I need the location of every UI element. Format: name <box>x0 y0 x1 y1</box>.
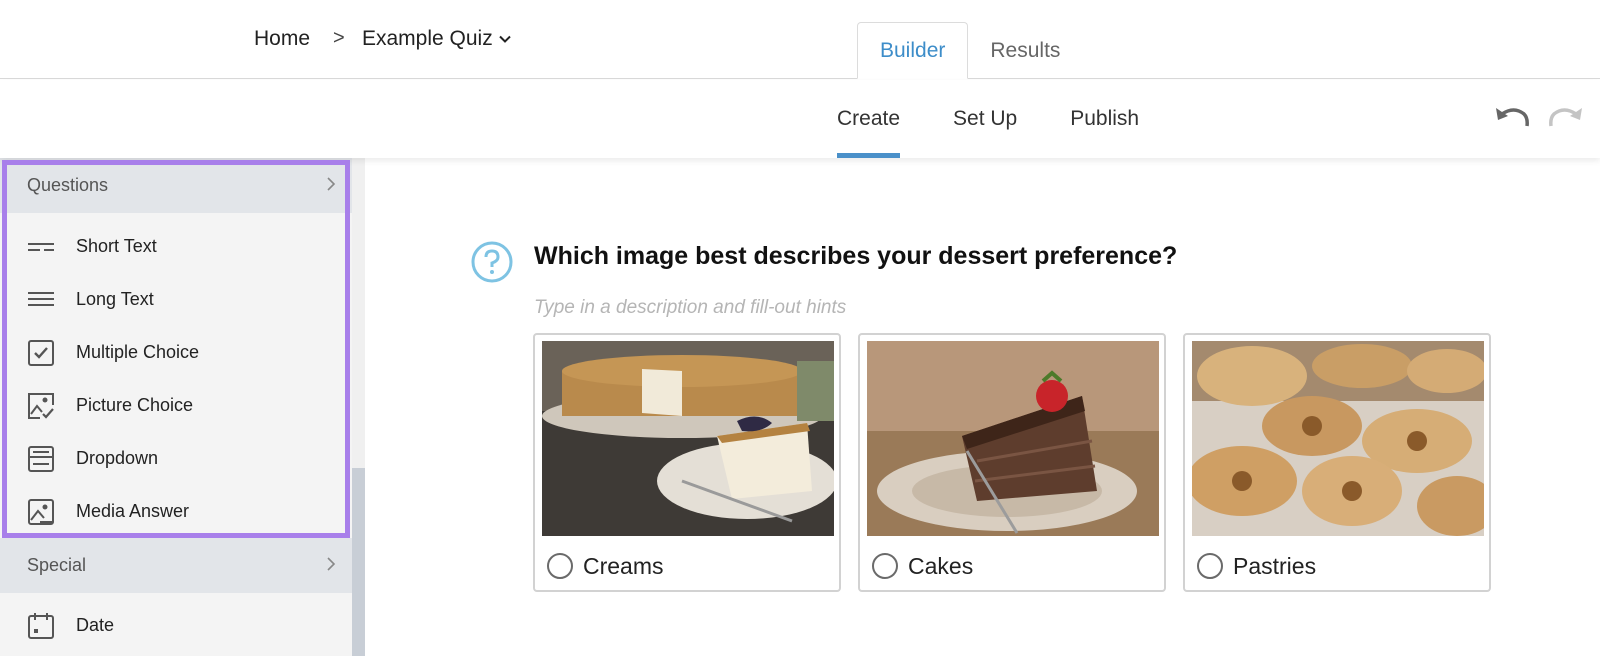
calendar-icon <box>27 612 55 640</box>
chevron-right-icon <box>327 557 336 571</box>
cheesecake-image <box>542 341 834 536</box>
sidebar-item-short-text[interactable]: Short Text <box>0 220 352 273</box>
redo-icon[interactable] <box>1548 104 1584 134</box>
top-bar: Home > Example Quiz Builder Results <box>0 0 1600 79</box>
sidebar-item-label: Media Answer <box>76 501 190 521</box>
choice-label: Creams <box>583 553 664 579</box>
chocolate-cake-image <box>867 341 1159 536</box>
breadcrumb-home[interactable]: Home <box>254 27 310 51</box>
question-title[interactable]: Which image best describes your dessert … <box>534 242 1177 271</box>
sub-tabs: Create Set Up Publish <box>837 80 1139 158</box>
sidebar-item-media-answer[interactable]: Media Answer <box>0 485 352 538</box>
tab-results[interactable]: Results <box>968 22 1082 79</box>
pastries-image <box>1192 341 1484 536</box>
question-description-input[interactable]: Type in a description and fill-out hints <box>534 297 846 319</box>
tab-create[interactable]: Create <box>837 80 901 158</box>
short-text-icon <box>27 233 55 261</box>
section-special-header[interactable]: Special <box>0 538 352 593</box>
choice-radio[interactable] <box>872 553 898 579</box>
quiz-selector[interactable]: Example Quiz <box>362 27 511 51</box>
choice-card-creams[interactable]: Creams <box>533 333 841 592</box>
top-tabs: Builder Results <box>857 22 1082 80</box>
long-text-icon <box>27 286 55 314</box>
sidebar-item-picture-choice[interactable]: Picture Choice <box>0 379 352 432</box>
checkbox-icon <box>27 339 55 367</box>
picture-choice-icon <box>27 392 55 420</box>
dropdown-icon <box>27 445 55 473</box>
tab-builder[interactable]: Builder <box>857 22 969 79</box>
breadcrumb-separator: > <box>333 27 345 49</box>
sidebar-item-label: Multiple Choice <box>76 342 200 362</box>
sidebar-item-label: Picture Choice <box>76 395 194 415</box>
choice-radio[interactable] <box>1197 553 1223 579</box>
choice-card-cakes[interactable]: Cakes <box>858 333 1166 592</box>
sidebar-scrollbar-thumb[interactable] <box>352 468 365 656</box>
sidebar-item-label: Short Text <box>76 236 157 256</box>
section-title: Questions <box>27 175 109 195</box>
sidebar: Questions Short Text Long Text Multiple … <box>0 158 365 656</box>
section-questions-header[interactable]: Questions <box>0 158 352 213</box>
chevron-down-icon <box>499 35 511 43</box>
choice-radio[interactable] <box>547 553 573 579</box>
sidebar-item-date[interactable]: Date <box>0 599 352 652</box>
media-answer-icon <box>27 498 55 526</box>
sidebar-item-long-text[interactable]: Long Text <box>0 273 352 326</box>
choice-label: Pastries <box>1233 553 1317 579</box>
undo-icon[interactable] <box>1494 104 1530 134</box>
sidebar-item-label: Dropdown <box>76 448 159 468</box>
sidebar-item-label: Date <box>76 615 115 635</box>
sidebar-item-multiple-choice[interactable]: Multiple Choice <box>0 326 352 379</box>
sub-nav-bar: Create Set Up Publish <box>0 80 1600 158</box>
choice-card-pastries[interactable]: Pastries <box>1183 333 1491 592</box>
chevron-right-icon <box>327 177 336 191</box>
tab-setup[interactable]: Set Up <box>953 80 1017 158</box>
quiz-name: Example Quiz <box>362 27 493 50</box>
choice-label: Cakes <box>908 553 974 579</box>
section-title: Special <box>27 555 87 575</box>
question-mark-icon <box>471 241 513 283</box>
tab-publish[interactable]: Publish <box>1070 80 1139 158</box>
sidebar-item-dropdown[interactable]: Dropdown <box>0 432 352 485</box>
sidebar-item-label: Long Text <box>76 289 154 309</box>
